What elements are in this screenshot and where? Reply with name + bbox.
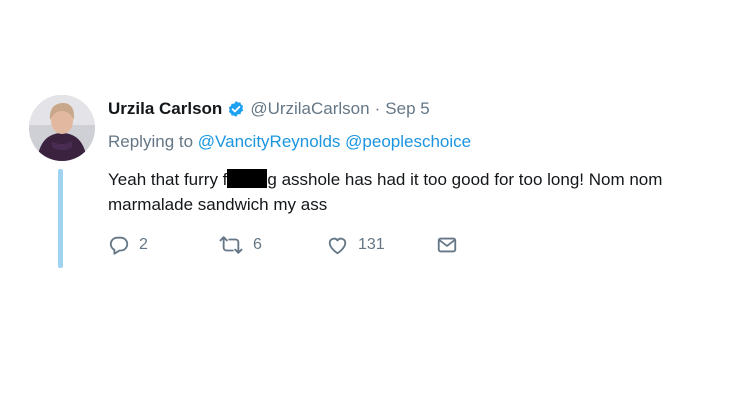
reply-count: 2	[139, 236, 148, 253]
reply-icon	[109, 236, 129, 255]
retweet-count: 6	[253, 236, 262, 253]
retweet-button[interactable]: 6	[218, 232, 262, 258]
censor-bar	[227, 169, 268, 188]
replying-to-label: Replying to	[108, 132, 194, 151]
envelope-icon	[437, 237, 457, 253]
tweet-text: Yeah that furry f g asshole has had it to…	[108, 167, 748, 217]
tweet: Urzila Carlson @UrzilaCarlson · Sep 5 Re…	[0, 0, 750, 400]
direct-message-button[interactable]	[436, 232, 458, 258]
tweet-date[interactable]: Sep 5	[385, 99, 429, 119]
author-handle[interactable]: @UrzilaCarlson	[250, 99, 369, 119]
tweet-header: Urzila Carlson @UrzilaCarlson · Sep 5	[108, 98, 430, 120]
mention-link[interactable]: @peopleschoice	[345, 132, 471, 151]
header-separator: ·	[374, 99, 381, 118]
author-display-name[interactable]: Urzila Carlson	[108, 99, 222, 119]
replying-to: Replying to @VancityReynolds @peoplescho…	[108, 132, 471, 152]
like-count: 131	[358, 236, 385, 253]
tweet-text-part: Yeah that furry f	[108, 170, 228, 189]
avatar[interactable]	[29, 95, 95, 161]
thread-connector-line	[58, 169, 63, 268]
tweet-text-part: g asshole has had it too good for too lo…	[267, 170, 663, 189]
tweet-text-part: marmalade sandwich my ass	[108, 195, 328, 214]
like-button[interactable]: 131	[326, 232, 385, 258]
reply-button[interactable]: 2	[108, 232, 148, 258]
avatar-photo	[29, 95, 95, 161]
heart-icon	[328, 237, 347, 255]
verified-badge-icon	[227, 100, 245, 118]
retweet-icon	[219, 236, 243, 254]
mention-link[interactable]: @VancityReynolds	[198, 132, 341, 151]
